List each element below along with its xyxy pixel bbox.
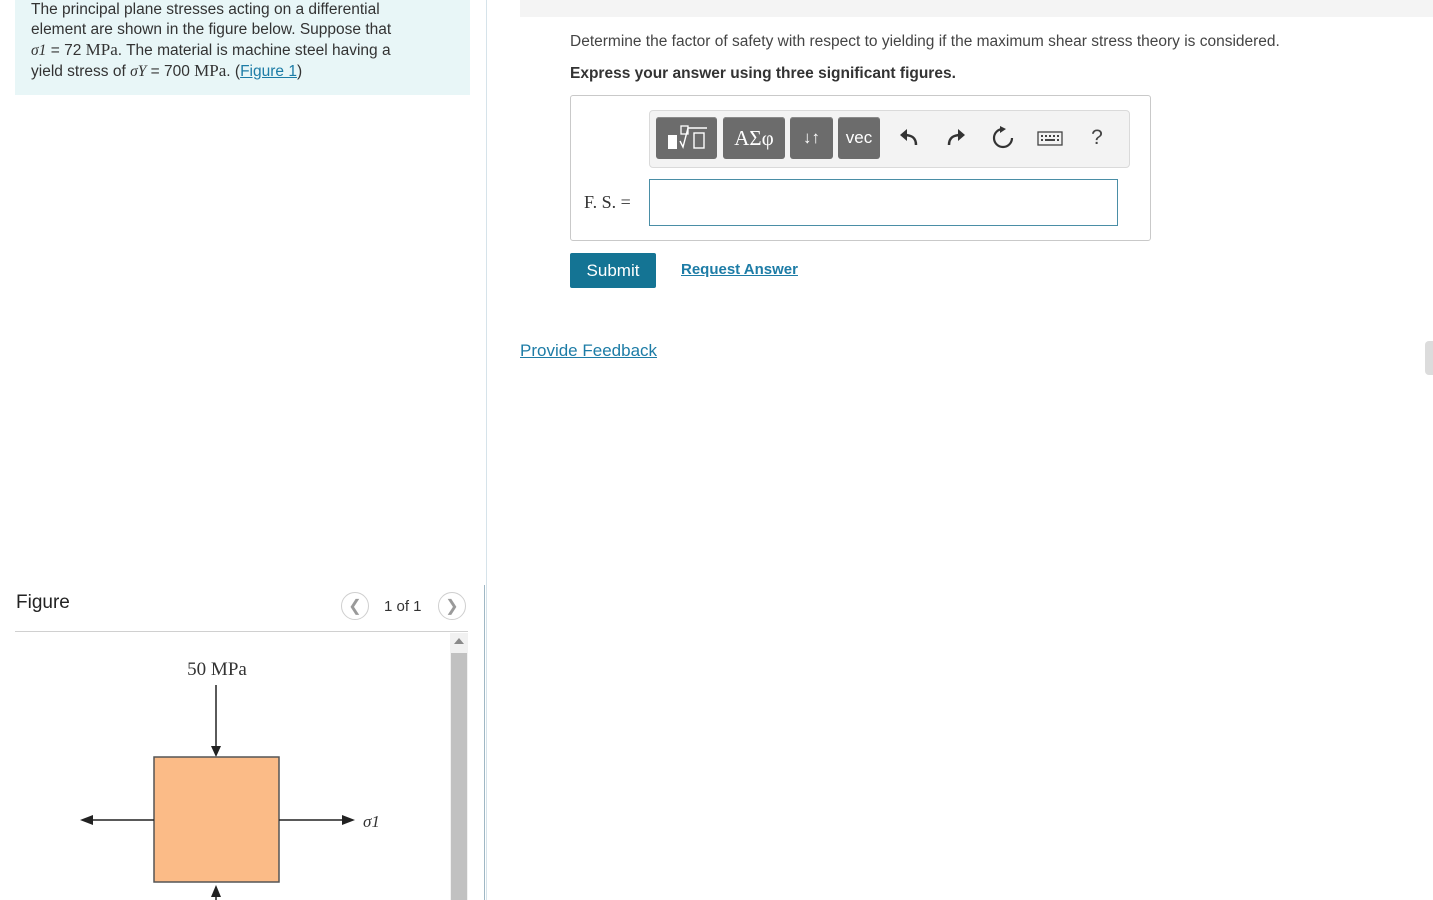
answer-instruction: Express your answer using three signific… — [570, 65, 956, 82]
chevron-right-icon: ❯ — [445, 598, 459, 615]
request-answer-link[interactable]: Request Answer — [681, 261, 798, 278]
undo-button[interactable] — [893, 122, 925, 154]
templates-button[interactable] — [656, 117, 717, 159]
figure-title: Figure — [16, 592, 70, 613]
fs-label: F. S. = — [584, 192, 631, 212]
stress-element-figure: 50 MPa σ1 — [80, 659, 380, 900]
problem-line-4-start: yield stress of — [31, 63, 131, 80]
redo-icon — [947, 129, 965, 146]
figure-next-button[interactable]: ❯ — [438, 592, 466, 620]
chevron-left-icon: ❮ — [348, 598, 362, 615]
stress-element — [153, 756, 280, 883]
reset-button[interactable] — [987, 122, 1019, 154]
right-arrow-head — [342, 815, 355, 825]
side-panel-tab[interactable] — [1425, 341, 1433, 375]
help-icon: ? — [1091, 126, 1103, 149]
undo-icon — [900, 129, 918, 146]
reset-icon — [992, 126, 1014, 149]
scroll-up-icon[interactable] — [454, 638, 464, 644]
arrows-icon: ↓↑ — [803, 128, 820, 147]
problem-line-2: element are shown in the figure below. S… — [31, 21, 392, 38]
sigma1-symbol: σ1 — [31, 42, 47, 59]
sigma1-equals: = 72 — [46, 42, 86, 59]
templates-icon — [667, 125, 707, 149]
keyboard-button[interactable] — [1034, 122, 1066, 154]
problem-line-4-mid: . ( — [226, 63, 241, 80]
problem-line-4: yield stress of σY = 700 MPa. (Figure 1) — [31, 61, 454, 82]
submit-button[interactable]: Submit — [570, 253, 656, 288]
vec-button[interactable]: vec — [838, 117, 880, 159]
figure-pager: 1 of 1 — [384, 598, 422, 615]
left-arrow-head — [80, 815, 93, 825]
label-sigma1: σ1 — [363, 812, 380, 831]
greek-icon: ΑΣφ — [734, 125, 774, 150]
question-text: Determine the factor of safety with resp… — [570, 33, 1280, 50]
label-50-mpa: 50 MPa — [187, 659, 247, 680]
keyboard-icon — [1037, 131, 1063, 146]
vec-icon: vec — [845, 128, 873, 147]
panel-divider — [486, 0, 487, 900]
arrows-button[interactable]: ↓↑ — [790, 117, 833, 159]
part-header-band — [520, 0, 1433, 17]
problem-line-4-end: ) — [296, 63, 303, 80]
problem-line-3: σ1 = 72 MPa. The material is machine ste… — [31, 40, 454, 61]
problem-line-1: The principal plane stresses acting on a… — [31, 1, 380, 18]
panel-divider-lower — [484, 585, 485, 900]
help-button[interactable]: ? — [1081, 122, 1113, 154]
figure-scrollbar-thumb[interactable] — [451, 653, 467, 900]
greek-button[interactable]: ΑΣφ — [723, 117, 785, 159]
provide-feedback-link[interactable]: Provide Feedback — [520, 341, 657, 361]
sigmaY-unit: MPa — [194, 61, 227, 80]
problem-statement: The principal plane stresses acting on a… — [15, 0, 470, 95]
figure-divider — [15, 631, 468, 632]
figure-link[interactable]: Figure 1 — [240, 63, 297, 80]
fs-answer-input[interactable] — [649, 179, 1118, 226]
sigmaY-equals: = 700 — [146, 63, 195, 80]
sigma1-unit: MPa — [85, 40, 118, 59]
sigmaY-symbol: σY — [130, 63, 147, 80]
problem-line-3-rest: . The material is machine steel having a — [117, 42, 391, 59]
figure-prev-button[interactable]: ❮ — [341, 592, 369, 620]
top-arrow-head — [211, 746, 221, 757]
redo-button[interactable] — [940, 122, 972, 154]
